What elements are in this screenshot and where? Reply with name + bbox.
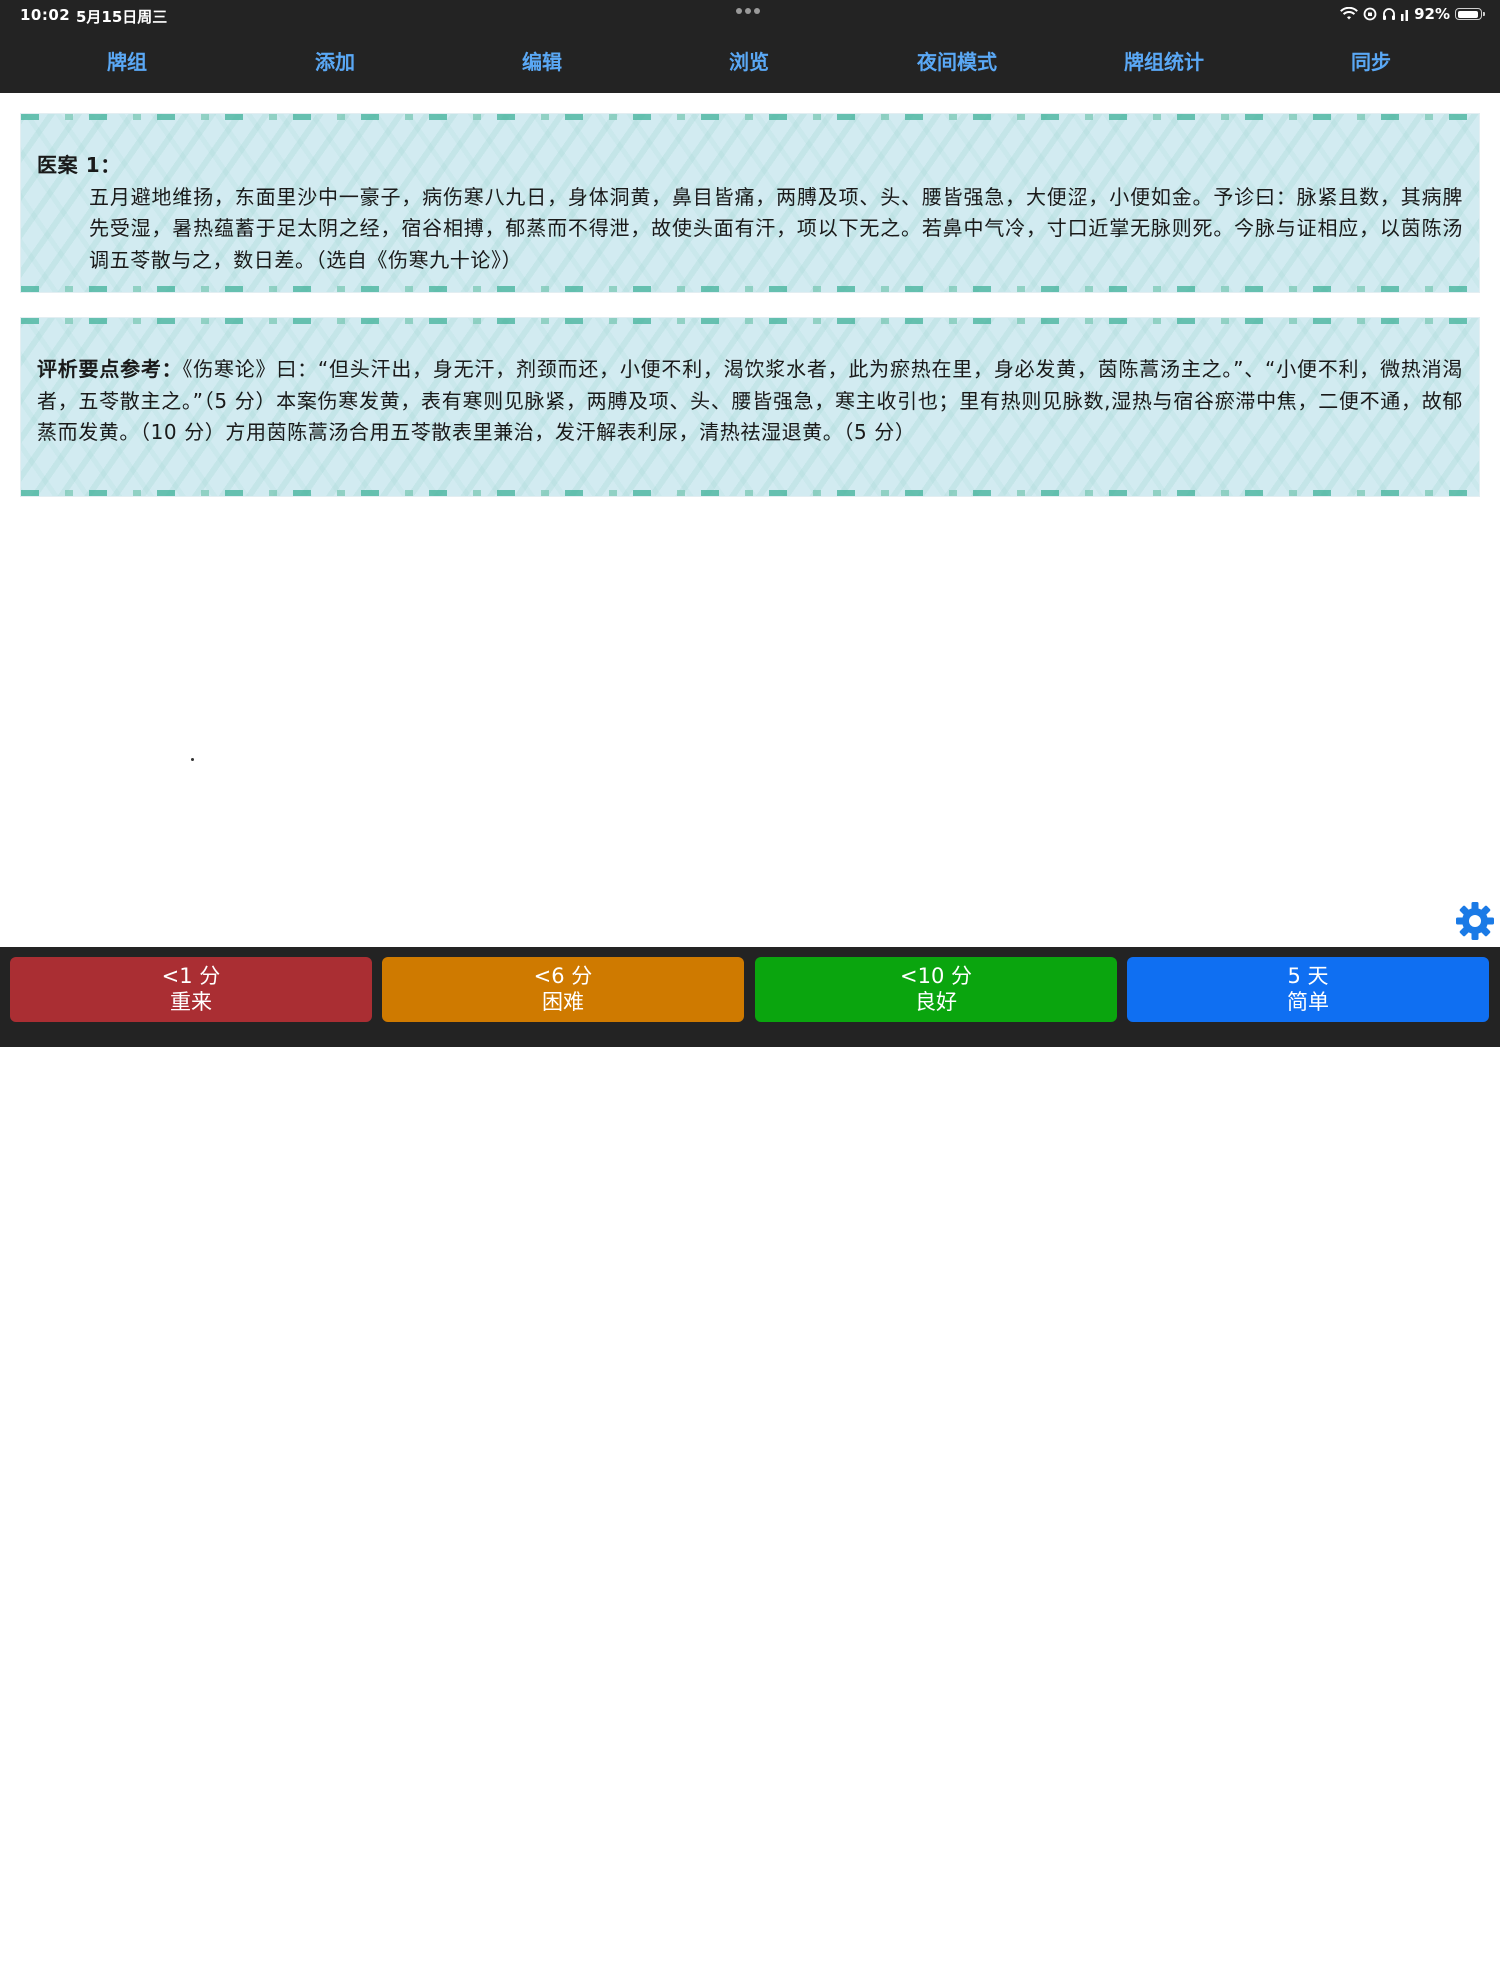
card-question-text: 医案 1： 五月避地维扬，东面里沙中一豪子，病伤寒八九日，身体洞黄，鼻目皆痛，两…: [37, 150, 1463, 276]
card-question-heading: 医案 1：: [37, 153, 121, 177]
hard-button[interactable]: <6 分 困难: [382, 957, 744, 1022]
battery-icon: [1455, 8, 1485, 20]
again-interval: <1 分: [161, 964, 221, 988]
nav-sync[interactable]: 同步: [1351, 45, 1391, 79]
nav-deck-stats[interactable]: 牌组统计: [1124, 45, 1204, 79]
card-question-panel: 医案 1： 五月避地维扬，东面里沙中一豪子，病伤寒八九日，身体洞黄，鼻目皆痛，两…: [20, 113, 1480, 293]
nav-add[interactable]: 添加: [315, 45, 355, 79]
good-label: 良好: [915, 990, 957, 1014]
nav-edit[interactable]: 编辑: [522, 45, 562, 79]
nav-decks[interactable]: 牌组: [107, 45, 147, 79]
easy-button[interactable]: 5 天 简单: [1127, 957, 1489, 1022]
status-date: 5月15日周三: [76, 8, 168, 26]
orientation-lock-icon: [1363, 7, 1377, 21]
multitasking-dots-icon[interactable]: [736, 8, 760, 14]
good-button[interactable]: <10 分 良好: [755, 957, 1117, 1022]
status-time: 10:02: [20, 6, 71, 24]
nav-browse[interactable]: 浏览: [729, 45, 769, 79]
hard-interval: <6 分: [533, 964, 593, 988]
top-bar: 10:02 5月15日周三 92% 牌组 添加 编辑 浏览 夜间模式 牌组统计 …: [0, 0, 1500, 93]
again-label: 重来: [170, 990, 212, 1014]
gear-icon[interactable]: [1454, 900, 1496, 942]
status-bar: 10:02 5月15日周三 92%: [0, 0, 1500, 30]
easy-interval: 5 天: [1287, 964, 1329, 988]
headphones-icon: [1383, 8, 1396, 20]
home-indicator[interactable]: [552, 1978, 948, 1984]
card-answer-heading: 评析要点参考：: [37, 357, 183, 381]
wifi-icon: [1340, 7, 1359, 20]
hard-label: 困难: [542, 990, 584, 1014]
status-indicators: 92%: [1340, 5, 1485, 23]
again-button[interactable]: <1 分 重来: [10, 957, 372, 1022]
card-answer-panel: 评析要点参考：《伤寒论》曰：“但头汗出，身无汗，剂颈而还，小便不利，渴饮浆水者，…: [20, 317, 1480, 497]
nav-night-mode[interactable]: 夜间模式: [917, 45, 997, 79]
card-answer-text: 评析要点参考：《伤寒论》曰：“但头汗出，身无汗，剂颈而还，小便不利，渴饮浆水者，…: [37, 354, 1463, 449]
card-answer-body: 《伤寒论》曰：“但头汗出，身无汗，剂颈而还，小便不利，渴饮浆水者，此为瘀热在里，…: [37, 357, 1464, 444]
battery-level: [1457, 10, 1478, 18]
easy-label: 简单: [1287, 990, 1329, 1014]
card-question-body: 五月避地维扬，东面里沙中一豪子，病伤寒八九日，身体洞黄，鼻目皆痛，两膊及项、头、…: [89, 184, 1463, 272]
good-interval: <10 分: [900, 964, 972, 988]
main-navigation: 牌组 添加 编辑 浏览 夜间模式 牌组统计 同步: [0, 45, 1500, 79]
answer-bar: <1 分 重来 <6 分 困难 <10 分 良好 5 天 简单: [0, 947, 1500, 1984]
stray-dot: [191, 758, 194, 761]
signal-icon: [1401, 10, 1409, 21]
battery-percent: 92%: [1414, 5, 1450, 23]
